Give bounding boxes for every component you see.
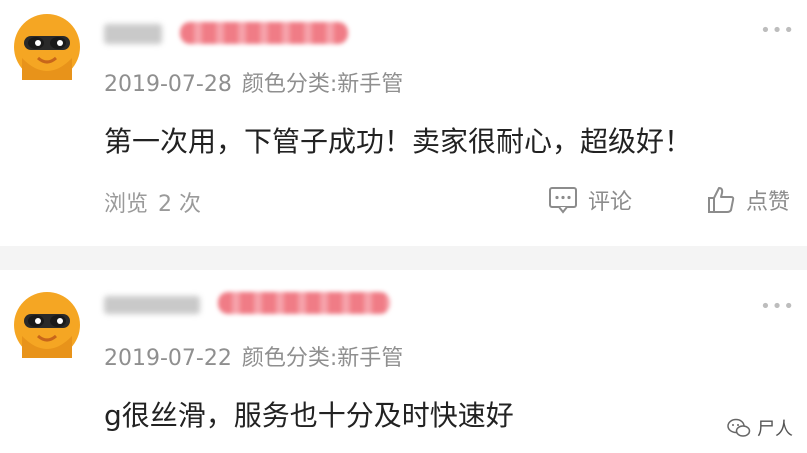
review-variant: 颜色分类:新手管: [241, 72, 404, 97]
wechat-icon: [727, 418, 751, 437]
views-count: 2 次: [158, 192, 202, 217]
review-date: 2019-07-22: [104, 346, 232, 371]
comment-button[interactable]: 评论: [548, 184, 632, 216]
view-count: 浏览 2 次: [104, 186, 201, 218]
divider: [0, 246, 807, 270]
watermark-text: 尸人: [757, 419, 793, 440]
like-label: 点赞: [746, 190, 791, 215]
avatar[interactable]: [14, 14, 80, 80]
watermark: 尸人: [727, 415, 793, 441]
review-variant: 颜色分类:新手管: [241, 346, 404, 371]
like-icon: [708, 187, 735, 213]
views-label: 浏览: [104, 192, 149, 217]
review-meta: 2019-07-22 颜色分类:新手管: [104, 340, 403, 372]
comment-label: 评论: [588, 190, 633, 215]
review-content: 第一次用，下管子成功！卖家很耐心，超级好！: [104, 125, 693, 158]
like-button[interactable]: 点赞: [706, 184, 790, 216]
avatar[interactable]: [14, 292, 80, 358]
review-content: g很丝滑，服务也十分及时快速好: [104, 399, 514, 432]
review-date: 2019-07-28: [104, 72, 232, 97]
level-badge: [180, 22, 348, 44]
comment-icon: [549, 187, 577, 214]
review-meta: 2019-07-28 颜色分类:新手管: [104, 66, 403, 98]
level-badge: [218, 292, 390, 314]
more-icon[interactable]: •••: [760, 22, 795, 40]
more-icon[interactable]: •••: [760, 298, 795, 316]
review-item: ••• 2019-07-28 颜色分类:新手管 第一次用，下管子成功！卖家很耐心，…: [0, 0, 807, 246]
